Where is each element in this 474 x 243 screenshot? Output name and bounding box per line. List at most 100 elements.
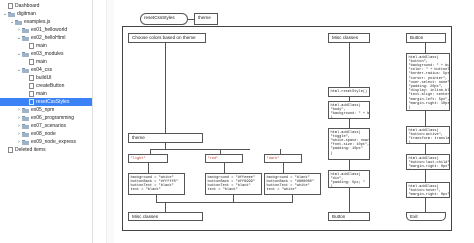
tree-item-label: ex02_helloHtml bbox=[31, 35, 66, 41]
folder-icon bbox=[22, 107, 29, 113]
code-line: text = "black" bbox=[130, 188, 161, 193]
connector bbox=[425, 170, 426, 182]
folder-icon bbox=[15, 19, 22, 25]
case-dark-node[interactable]: "dark" bbox=[264, 154, 302, 163]
code-line: ) bbox=[408, 105, 411, 110]
exit-node[interactable]: Exit bbox=[406, 212, 446, 221]
folder-icon bbox=[22, 51, 29, 57]
tree-item-label: ex06_programming bbox=[31, 115, 75, 121]
code-line: "margin-right: 10px" bbox=[408, 101, 450, 106]
document-icon bbox=[29, 59, 34, 65]
button-top-label: Button bbox=[410, 35, 424, 40]
connector bbox=[233, 195, 234, 202]
tree-item-label: ex09_node_express bbox=[31, 139, 77, 145]
connector bbox=[150, 149, 250, 150]
tree-item[interactable]: › ex09_node_express bbox=[16, 138, 76, 146]
tree-item[interactable]: › ex06_programming bbox=[16, 114, 74, 122]
tree-item-label: main bbox=[36, 59, 47, 65]
add-toggle-node[interactable]: html.addClass( "toggle", "white-space: n… bbox=[328, 128, 370, 160]
folder-icon bbox=[22, 131, 29, 137]
connector bbox=[165, 202, 166, 212]
tree-item[interactable]: Deleted items bbox=[2, 146, 46, 154]
tree-item[interactable]: main bbox=[23, 42, 47, 50]
tree-item[interactable]: main bbox=[23, 58, 47, 66]
document-icon bbox=[8, 147, 13, 153]
connector bbox=[224, 163, 225, 173]
tree-item[interactable]: Dashboard bbox=[2, 2, 39, 10]
button-mid-node[interactable]: Button bbox=[328, 212, 370, 221]
code-line: ) bbox=[409, 197, 448, 198]
misc-classes-bottom-node[interactable]: Misc classes bbox=[128, 212, 203, 221]
tree-item-label: Deleted items bbox=[15, 147, 46, 153]
project-tree-sidebar: Dashboard ⌄ digitman ⌄ examples.js › ex01_hell… bbox=[0, 0, 93, 243]
param-node[interactable]: theme bbox=[194, 13, 218, 25]
document-icon bbox=[29, 75, 34, 81]
add-body-node[interactable]: html.addClass( "body", "background: " + … bbox=[328, 101, 370, 119]
tree-item-label: buildUI bbox=[36, 75, 52, 81]
case-light-node[interactable]: "light" bbox=[128, 154, 168, 163]
theme-node[interactable]: theme bbox=[128, 133, 203, 143]
tree-item[interactable]: createButton bbox=[23, 82, 64, 90]
function-title-node[interactable]: resetCssStyles bbox=[140, 13, 188, 25]
code-line: "text-align: center", bbox=[408, 93, 450, 98]
folder-icon bbox=[22, 139, 29, 145]
connector bbox=[292, 195, 293, 202]
tree-item[interactable]: ⌄ examples.js bbox=[9, 18, 51, 26]
assign-dark-node[interactable]: background = "black" buttonBack = "#8080… bbox=[264, 173, 321, 195]
button-mid-label: Button bbox=[332, 214, 346, 219]
document-icon bbox=[29, 99, 34, 105]
button-top-node[interactable]: Button bbox=[406, 33, 446, 43]
diagram-frame bbox=[122, 26, 452, 231]
tree-item[interactable]: main bbox=[23, 90, 47, 98]
connector bbox=[425, 111, 426, 126]
code-line: ) bbox=[409, 169, 448, 170]
button-hover2-node[interactable]: html.addClass( "button:hover", "margin-r… bbox=[406, 182, 450, 198]
tree-item-label: ex04_css bbox=[31, 67, 53, 73]
button-last-node[interactable]: html.addClass( "button:last-child", "mar… bbox=[406, 154, 450, 170]
connector bbox=[425, 43, 426, 53]
reset-style-node[interactable]: html.resetStyle() bbox=[328, 87, 370, 97]
tree-item-label: examples.js bbox=[24, 19, 51, 25]
button-hover-node[interactable]: html.addClass( "button:active", "transfo… bbox=[406, 126, 450, 144]
connector bbox=[156, 202, 293, 203]
connector bbox=[349, 160, 350, 170]
tree-item-label: ex07_scenarios bbox=[31, 123, 67, 129]
folder-icon bbox=[22, 35, 29, 41]
button-css-node[interactable]: html.addClass( "button", "background: " … bbox=[406, 53, 450, 111]
tree-item[interactable]: ⌄ ex04_css bbox=[16, 66, 52, 74]
case-light-label: "light" bbox=[130, 156, 146, 161]
reset-style-label: html.resetStyle() bbox=[330, 89, 368, 94]
tree-item-label: Dashboard bbox=[15, 3, 40, 9]
function-title: resetCssStyles bbox=[144, 15, 175, 20]
connector bbox=[349, 188, 350, 212]
code-line: "background: " + background bbox=[330, 111, 370, 116]
tree-item[interactable]: ⌄ ex03_modules bbox=[16, 50, 64, 58]
tree-item-label: ex03_modules bbox=[31, 51, 64, 57]
document-icon bbox=[29, 43, 34, 49]
exit-label: Exit bbox=[410, 214, 418, 219]
code-line: "border-radius: 5px", bbox=[408, 72, 450, 77]
tree-item[interactable]: buildUI bbox=[23, 74, 52, 82]
folder-icon bbox=[22, 123, 29, 129]
case-red-node[interactable]: "red" bbox=[205, 154, 243, 163]
add-padding-node[interactable]: html.addClass( "div", "padding: 5px; " ) bbox=[328, 170, 370, 188]
tree-item[interactable]: resetCssStyles bbox=[0, 98, 92, 106]
misc-classes-top-node[interactable]: Misc classes bbox=[328, 33, 370, 43]
case-red-label: "red" bbox=[207, 156, 219, 161]
tree-item[interactable]: › ex08_node bbox=[16, 130, 56, 138]
decision-label: Choose colors based on theme name bbox=[132, 35, 196, 42]
tree-item[interactable]: › ex07_scenarios bbox=[16, 122, 66, 130]
code-line: "transform: translateY(2px" bbox=[408, 136, 450, 141]
connector bbox=[349, 43, 350, 87]
misc-bottom-label: Misc classes bbox=[132, 214, 159, 219]
tree-item[interactable]: › ex05_npm bbox=[16, 106, 54, 114]
tree-item[interactable]: › ex01_helloworld bbox=[16, 26, 67, 34]
connector bbox=[349, 119, 350, 128]
code-line: "padding: 5px; " bbox=[330, 180, 366, 185]
tree-item[interactable]: ⌄ ex02_helloHtml bbox=[16, 34, 66, 42]
decision-node[interactable]: Choose colors based on theme name bbox=[128, 33, 206, 43]
code-line: "padding: 10px" bbox=[330, 147, 363, 152]
assign-red-node[interactable]: background = "#ffeeee" buttonBack = "#ff… bbox=[205, 173, 262, 195]
tree-item[interactable]: ⌄ digitman bbox=[2, 10, 36, 18]
assign-light-node[interactable]: background = "white" buttonBack = "#ffff… bbox=[128, 173, 185, 195]
